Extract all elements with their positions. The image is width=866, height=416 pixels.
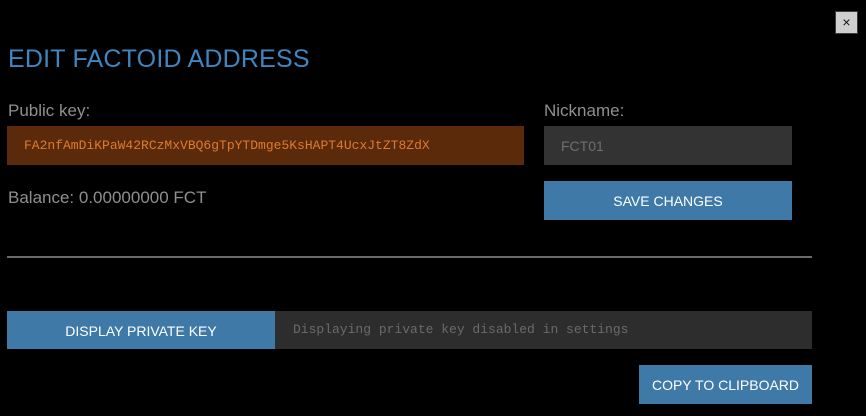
copy-to-clipboard-button[interactable]: COPY TO CLIPBOARD bbox=[639, 365, 812, 404]
divider bbox=[7, 256, 812, 258]
display-private-key-button[interactable]: DISPLAY PRIVATE KEY bbox=[7, 311, 275, 349]
close-button[interactable]: × bbox=[835, 11, 858, 34]
public-key-value: FA2nfAmDiKPaW42RCzMxVBQ6gTpYTDmge5KsHAPT… bbox=[7, 126, 524, 165]
balance-text: Balance: 0.00000000 FCT bbox=[8, 188, 207, 207]
close-icon: × bbox=[842, 14, 851, 30]
private-key-field: Displaying private key disabled in setti… bbox=[275, 311, 812, 349]
dialog-title: EDIT FACTOID ADDRESS bbox=[8, 45, 310, 73]
public-key-label: Public key: bbox=[8, 101, 91, 120]
nickname-input[interactable] bbox=[544, 126, 792, 165]
nickname-label: Nickname: bbox=[544, 101, 625, 120]
save-changes-button[interactable]: SAVE CHANGES bbox=[544, 181, 792, 220]
